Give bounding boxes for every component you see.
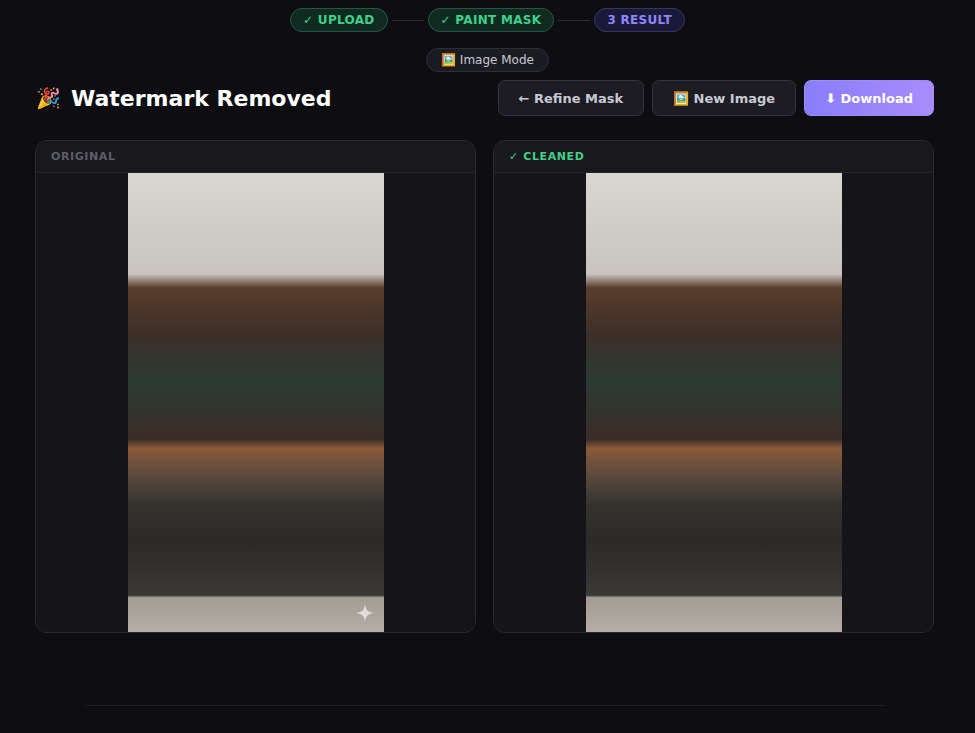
image-panel: ✓ CLEANED [493,140,934,633]
party-icon: 🎉 [36,86,61,110]
footer-divider [85,705,885,706]
action-button[interactable]: 🖼️ New Image [652,80,796,116]
download-button[interactable]: ⬇ Download [804,80,934,116]
mode-badge[interactable]: 🖼️ Image Mode [426,48,549,72]
panel-body [36,173,475,632]
app: ✓ UPLOAD ✓ PAINT MASK 3 RESULT 🖼️ Image Mod… [0,0,975,706]
actions: ← Refine Mask🖼️ New Image⬇ Download [498,80,935,116]
step: ✓ PAINT MASK [428,8,555,32]
step: 3 RESULT [594,8,685,32]
stepper: ✓ UPLOAD ✓ PAINT MASK 3 RESULT [0,8,975,32]
panel-header: ✓ CLEANED [494,141,933,173]
page-title: 🎉 Watermark Removed [36,86,331,111]
image-panel: ORIGINAL [35,140,476,633]
photo [128,173,384,632]
panel-header: ORIGINAL [36,141,475,173]
sparkle-icon [356,604,374,622]
step-connector [392,20,424,21]
step: ✓ UPLOAD [290,8,388,32]
mode-row: 🖼️ Image Mode [0,48,975,72]
comparison: ORIGINAL ✓ CLEANED [35,140,934,633]
action-button[interactable]: ← Refine Mask [498,80,645,116]
header: 🎉 Watermark Removed ← Refine Mask🖼️ New Im… [36,80,934,116]
title-text: Watermark Removed [71,86,331,111]
panel-body [494,173,933,632]
photo [586,173,842,632]
step-connector [558,20,590,21]
